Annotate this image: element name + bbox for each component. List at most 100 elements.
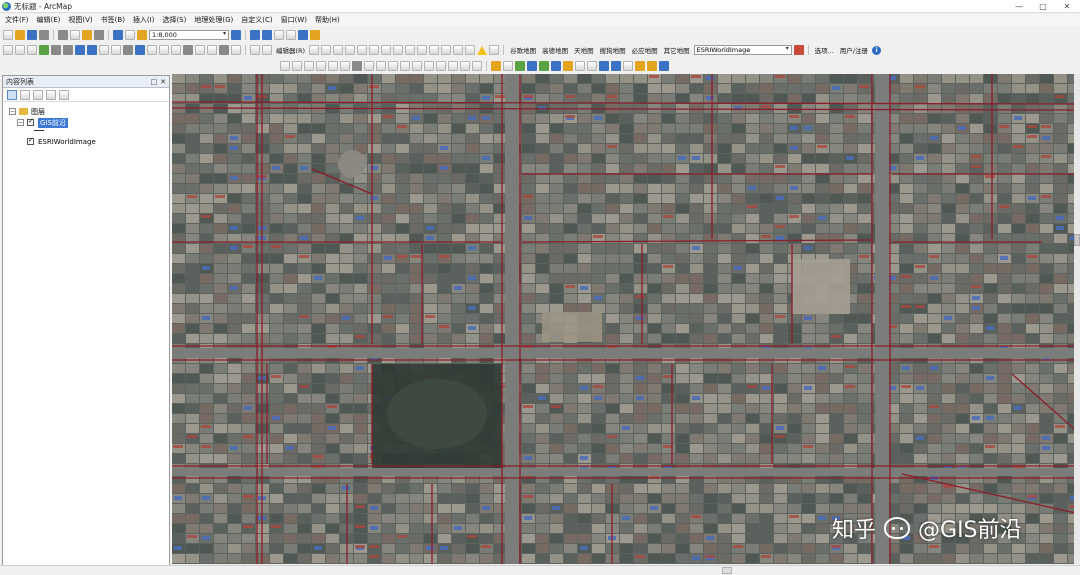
menu-customize[interactable]: 自定义(C) bbox=[241, 15, 272, 25]
3d-icon[interactable] bbox=[551, 61, 561, 71]
edit-vertices-icon[interactable] bbox=[381, 45, 392, 55]
table-icon[interactable] bbox=[599, 61, 609, 71]
merge-icon[interactable] bbox=[376, 61, 386, 71]
intersect-icon[interactable] bbox=[412, 61, 422, 71]
union-icon[interactable] bbox=[400, 61, 410, 71]
measure-icon[interactable] bbox=[171, 45, 181, 55]
catalog-icon[interactable] bbox=[262, 30, 272, 40]
menu-edit[interactable]: 编辑(E) bbox=[37, 15, 61, 25]
warning-icon[interactable] bbox=[477, 45, 488, 55]
hyperlink-icon[interactable] bbox=[147, 45, 157, 55]
layer-name[interactable]: ESRIWorldImage bbox=[38, 138, 96, 146]
layer-row-gis[interactable]: − GIS前沿 bbox=[9, 117, 169, 128]
trace-icon[interactable] bbox=[357, 45, 368, 55]
data-view-icon[interactable] bbox=[262, 45, 272, 55]
report-icon[interactable] bbox=[623, 61, 633, 71]
print-icon[interactable] bbox=[39, 30, 49, 40]
select-elements-icon[interactable] bbox=[123, 45, 133, 55]
folder-connect-icon[interactable] bbox=[635, 61, 645, 71]
new-document-icon[interactable] bbox=[3, 30, 13, 40]
edit-annotation-icon[interactable] bbox=[321, 45, 332, 55]
sogou-map-menu[interactable]: 搜狗地图 bbox=[600, 45, 626, 55]
close-button[interactable]: ✕ bbox=[1060, 2, 1074, 11]
minimize-button[interactable]: — bbox=[1012, 2, 1026, 11]
snapping-icon[interactable] bbox=[352, 61, 362, 71]
create-features-icon[interactable] bbox=[465, 45, 476, 55]
find-icon[interactable] bbox=[183, 45, 193, 55]
google-map-menu[interactable]: 谷歌地图 bbox=[510, 45, 536, 55]
map-vertical-scrollbar[interactable] bbox=[1074, 74, 1080, 564]
menu-insert[interactable]: 插入(I) bbox=[133, 15, 155, 25]
list-by-source-icon[interactable] bbox=[20, 89, 30, 100]
menu-windows[interactable]: 窗口(W) bbox=[281, 15, 307, 25]
editor-toolbar-icon[interactable] bbox=[231, 30, 241, 40]
cut-polygons-icon[interactable] bbox=[405, 45, 416, 55]
distance-distance-icon[interactable] bbox=[328, 61, 338, 71]
zoom-in-icon[interactable] bbox=[3, 45, 13, 55]
horizontal-scroll-grip[interactable] bbox=[722, 567, 732, 574]
model-builder-icon[interactable] bbox=[310, 30, 320, 40]
maximize-button[interactable]: □ bbox=[1036, 2, 1050, 11]
save-icon[interactable] bbox=[27, 30, 37, 40]
fixed-zoom-out-icon[interactable] bbox=[63, 45, 73, 55]
table-of-contents-icon[interactable] bbox=[250, 30, 260, 40]
full-extent-icon[interactable] bbox=[39, 45, 49, 55]
end-point-arc-icon[interactable] bbox=[345, 45, 356, 55]
sketch-properties-icon[interactable] bbox=[453, 45, 464, 55]
offset-icon[interactable] bbox=[460, 61, 470, 71]
arc-tool-icon[interactable] bbox=[304, 61, 314, 71]
paste-icon[interactable] bbox=[82, 30, 92, 40]
toc-options-icon[interactable] bbox=[59, 89, 69, 100]
list-by-selection-icon[interactable] bbox=[46, 89, 56, 100]
pin-icon[interactable]: □ bbox=[151, 78, 158, 86]
identify-icon[interactable] bbox=[135, 45, 145, 55]
other-map-menu[interactable]: 其它地图 bbox=[664, 45, 690, 55]
editor-menu[interactable]: 编辑器(R) bbox=[276, 45, 305, 55]
find-route-icon[interactable] bbox=[195, 45, 205, 55]
densify-icon[interactable] bbox=[472, 61, 482, 71]
menu-geoprocessing[interactable]: 地理处理(G) bbox=[194, 15, 233, 25]
info-icon[interactable]: i bbox=[872, 45, 881, 55]
edit-tool-2-icon[interactable] bbox=[280, 61, 290, 71]
user-register-menu[interactable]: 用户/注册 bbox=[840, 45, 868, 55]
menu-help[interactable]: 帮助(H) bbox=[315, 15, 340, 25]
flip-icon[interactable] bbox=[587, 61, 597, 71]
python-window-icon[interactable] bbox=[298, 30, 308, 40]
line-tool-icon[interactable] bbox=[292, 61, 302, 71]
topology-icon[interactable] bbox=[364, 61, 374, 71]
cut-icon[interactable] bbox=[58, 30, 68, 40]
layer-name[interactable]: GIS前沿 bbox=[38, 117, 68, 128]
label-icon[interactable] bbox=[491, 61, 501, 71]
delete-icon[interactable] bbox=[94, 30, 104, 40]
zoom-out-icon[interactable] bbox=[15, 45, 25, 55]
close-icon[interactable]: ✕ bbox=[160, 78, 166, 86]
network-icon[interactable] bbox=[539, 61, 549, 71]
generalize-icon[interactable] bbox=[436, 61, 446, 71]
direction-distance-icon[interactable] bbox=[340, 61, 350, 71]
back-arrow-icon[interactable] bbox=[75, 45, 85, 55]
create-viewer-window-icon[interactable] bbox=[231, 45, 241, 55]
layer-visibility-checkbox[interactable] bbox=[27, 117, 34, 126]
point-icon[interactable] bbox=[369, 45, 380, 55]
search-window-icon[interactable] bbox=[274, 30, 284, 40]
spatial-analyst-icon[interactable] bbox=[563, 61, 573, 71]
map-view[interactable] bbox=[172, 74, 1080, 564]
paint-brush-icon[interactable] bbox=[793, 45, 804, 55]
copy-icon[interactable] bbox=[70, 30, 80, 40]
clip-icon[interactable] bbox=[424, 61, 434, 71]
arctoolbox-icon[interactable] bbox=[286, 30, 296, 40]
basemap-layer-select[interactable]: ESRIWorldImage bbox=[693, 45, 792, 55]
split-icon[interactable] bbox=[417, 45, 428, 55]
tianditu-menu[interactable]: 天地图 bbox=[574, 45, 594, 55]
straight-segment-icon[interactable] bbox=[333, 45, 344, 55]
edit-tool-icon[interactable] bbox=[309, 45, 320, 55]
attributes-icon[interactable] bbox=[441, 45, 452, 55]
bing-map-menu[interactable]: 必应地图 bbox=[632, 45, 658, 55]
pan-hand-icon[interactable] bbox=[27, 45, 37, 55]
menu-view[interactable]: 视图(V) bbox=[68, 15, 92, 25]
layout-view-icon[interactable] bbox=[250, 45, 260, 55]
reshape-icon[interactable] bbox=[393, 45, 404, 55]
label-manager-icon[interactable] bbox=[503, 61, 513, 71]
list-by-visibility-icon[interactable] bbox=[33, 89, 43, 100]
go-to-xy-icon[interactable] bbox=[207, 45, 217, 55]
